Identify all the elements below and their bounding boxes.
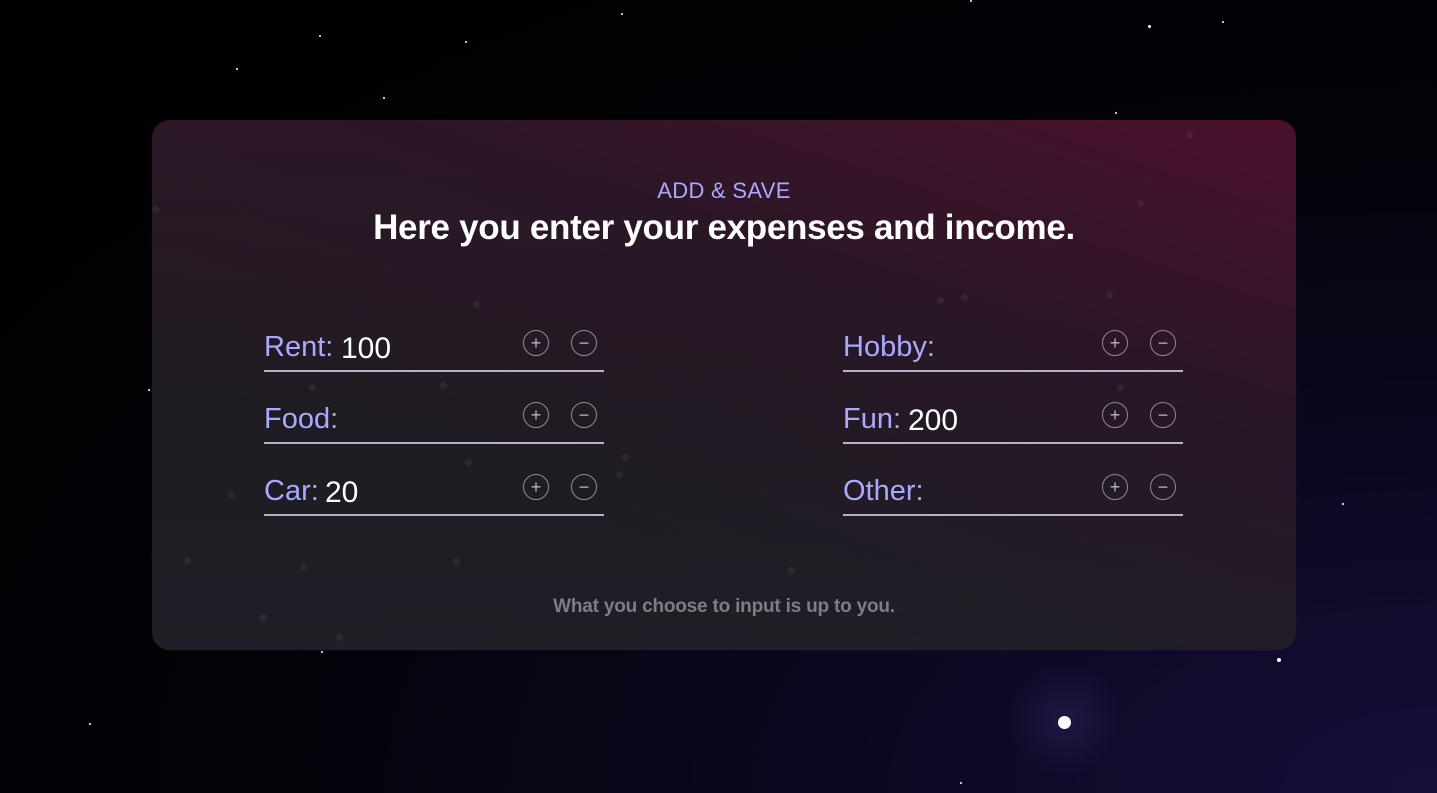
section-eyebrow: ADD & SAVE	[657, 178, 791, 203]
fun-increase-button[interactable]: +	[1102, 402, 1128, 428]
star	[89, 723, 91, 725]
dust-mote	[309, 384, 316, 391]
field-other: Other: + −	[843, 468, 1183, 516]
minus-circle-icon: −	[1157, 405, 1169, 425]
plus-circle-icon: +	[530, 405, 542, 425]
footer-note: What you choose to input is up to you.	[553, 596, 895, 617]
plus-circle-icon: +	[1109, 405, 1121, 425]
plus-circle-icon: +	[530, 333, 542, 353]
star	[621, 13, 623, 15]
dust-mote	[1186, 132, 1193, 139]
food-decrease-button[interactable]: −	[571, 402, 597, 428]
plus-circle-icon: +	[1109, 477, 1121, 497]
dust-mote	[616, 471, 623, 478]
minus-circle-icon: −	[578, 333, 590, 353]
car-increase-button[interactable]: +	[523, 474, 549, 500]
other-decrease-button[interactable]: −	[1150, 474, 1176, 500]
dust-mote	[465, 459, 472, 466]
field-label-hobby: Hobby:	[843, 331, 935, 363]
minus-circle-icon: −	[1157, 477, 1169, 497]
star	[1222, 21, 1224, 23]
star	[236, 68, 238, 70]
star	[960, 782, 962, 784]
rent-increase-button[interactable]: +	[523, 330, 549, 356]
field-fun: Fun: + −	[843, 396, 1183, 444]
star	[970, 0, 972, 2]
field-car: Car: + −	[264, 468, 604, 516]
star	[383, 97, 385, 99]
dust-mote	[1106, 292, 1113, 299]
field-food: Food: + −	[264, 396, 604, 444]
star	[1277, 658, 1281, 662]
minus-circle-icon: −	[578, 405, 590, 425]
dust-mote	[1117, 384, 1124, 391]
minus-circle-icon: −	[578, 477, 590, 497]
other-input[interactable]	[933, 476, 1083, 510]
dust-mote	[622, 454, 629, 461]
rent-decrease-button[interactable]: −	[571, 330, 597, 356]
star	[1115, 112, 1117, 114]
field-label-fun: Fun:	[843, 403, 902, 435]
dust-mote	[300, 564, 307, 571]
dust-mote	[336, 634, 343, 641]
bright-star	[1058, 716, 1071, 729]
car-input[interactable]	[325, 476, 475, 510]
dust-mote	[788, 567, 795, 574]
field-hobby: Hobby: + −	[843, 324, 1183, 372]
field-label-rent: Rent:	[264, 331, 334, 363]
hobby-decrease-button[interactable]: −	[1150, 330, 1176, 356]
other-increase-button[interactable]: +	[1102, 474, 1128, 500]
star	[321, 651, 323, 653]
star	[465, 41, 467, 43]
fun-input[interactable]	[908, 404, 1058, 438]
car-decrease-button[interactable]: −	[571, 474, 597, 500]
dust-mote	[184, 557, 191, 564]
dust-mote	[937, 297, 944, 304]
dust-mote	[453, 558, 460, 565]
dust-mote	[440, 382, 447, 389]
star	[1342, 503, 1344, 505]
plus-circle-icon: +	[530, 477, 542, 497]
plus-circle-icon: +	[1109, 333, 1121, 353]
field-label-other: Other:	[843, 475, 924, 507]
field-label-car: Car:	[264, 475, 319, 507]
dust-mote	[961, 294, 968, 301]
rent-input[interactable]	[341, 332, 491, 366]
section-headline: Here you enter your expenses and income.	[373, 208, 1075, 247]
star	[319, 35, 321, 37]
fun-decrease-button[interactable]: −	[1150, 402, 1176, 428]
dust-mote	[228, 492, 235, 499]
minus-circle-icon: −	[1157, 333, 1169, 353]
dust-mote	[473, 301, 480, 308]
field-rent: Rent: + −	[264, 324, 604, 372]
hobby-increase-button[interactable]: +	[1102, 330, 1128, 356]
star	[1148, 25, 1151, 28]
food-increase-button[interactable]: +	[523, 402, 549, 428]
food-input[interactable]	[344, 404, 494, 438]
hobby-input[interactable]	[943, 332, 1093, 366]
star	[148, 389, 150, 391]
field-label-food: Food:	[264, 403, 339, 435]
add-save-card: ADD & SAVE Here you enter your expenses …	[152, 120, 1296, 650]
